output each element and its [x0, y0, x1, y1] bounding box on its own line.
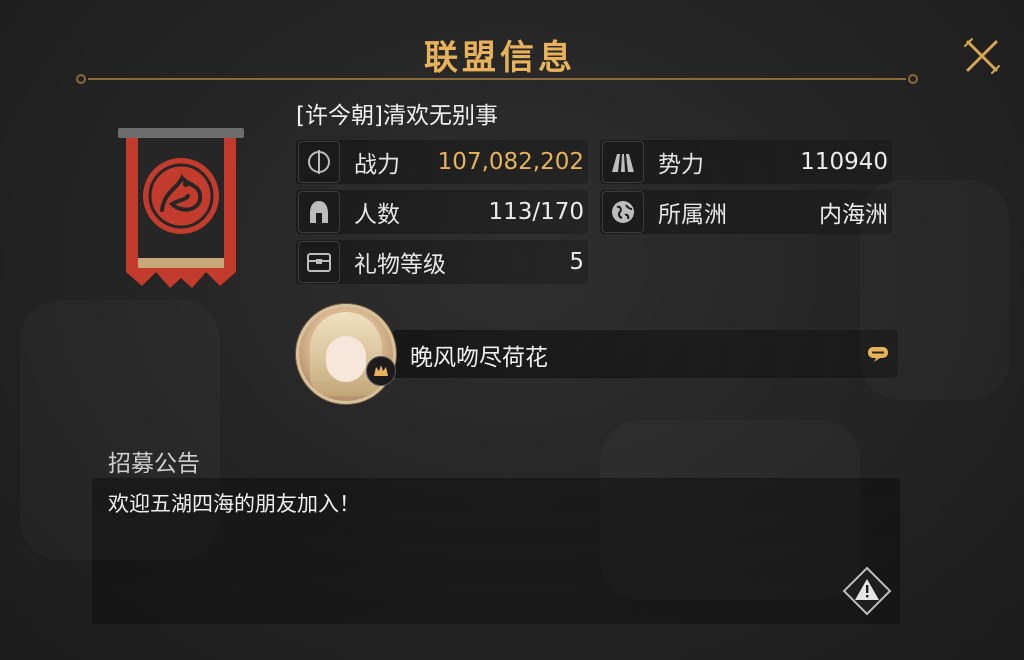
guild-name: [许今朝]清欢无别事: [296, 103, 498, 129]
stat-region: 所属洲 内海洲: [600, 190, 892, 234]
stat-power: 战力 107,082,202: [296, 140, 588, 184]
stat-influence-label: 势力: [658, 152, 704, 178]
stat-members-label: 人数: [354, 202, 400, 228]
chest-icon: [298, 241, 340, 283]
close-icon[interactable]: [962, 36, 1002, 76]
avatar-face: [326, 336, 366, 382]
avatar[interactable]: [296, 304, 396, 404]
stat-gift-level-label: 礼物等级: [354, 252, 446, 278]
stat-members-value: 113/170: [488, 199, 584, 225]
globe-icon: [602, 191, 644, 233]
title-divider: [76, 74, 918, 84]
stat-gift-level-value: 5: [569, 249, 584, 275]
stat-region-label: 所属洲: [658, 202, 727, 228]
warning-icon[interactable]: [842, 566, 892, 616]
stat-influence-value: 110940: [800, 149, 888, 175]
stat-members: 人数 113/170: [296, 190, 588, 234]
chat-icon[interactable]: [866, 345, 890, 363]
stat-gift-level: 礼物等级 5: [296, 240, 588, 284]
recruit-text: 欢迎五湖四海的朋友加入！: [108, 492, 360, 516]
helmet-icon: [298, 191, 340, 233]
leader-crown-icon: [366, 356, 396, 386]
influence-icon: [602, 141, 644, 183]
stat-power-label: 战力: [354, 152, 400, 178]
stat-power-value: 107,082,202: [437, 149, 584, 175]
stat-influence: 势力 110940: [600, 140, 892, 184]
leader-name: 晚风吻尽荷花: [410, 345, 548, 371]
recruit-title: 招募公告: [108, 451, 200, 477]
power-icon: [298, 141, 340, 183]
guild-banner-emblem: [118, 128, 244, 288]
stat-region-value: 内海洲: [819, 202, 888, 228]
